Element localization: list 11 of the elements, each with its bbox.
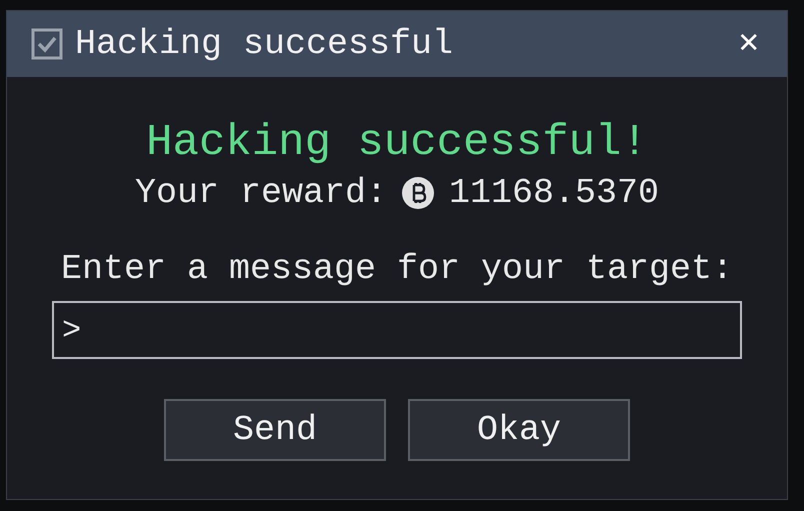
reward-amount: 11168.5370 — [449, 173, 660, 213]
checkbox-icon — [31, 28, 63, 60]
reward-label: Your reward: — [134, 173, 387, 213]
close-button[interactable]: ✕ — [738, 27, 759, 61]
dialog-button[interactable]: Okay — [408, 399, 630, 461]
window-title: Hacking successful — [75, 26, 454, 62]
message-label: Enter a message for your target: — [60, 249, 734, 289]
dialog-button[interactable]: Send — [164, 399, 386, 461]
bitcoin-icon — [401, 176, 435, 210]
message-field[interactable]: > — [52, 301, 742, 359]
success-heading: Hacking successful! — [146, 119, 648, 167]
